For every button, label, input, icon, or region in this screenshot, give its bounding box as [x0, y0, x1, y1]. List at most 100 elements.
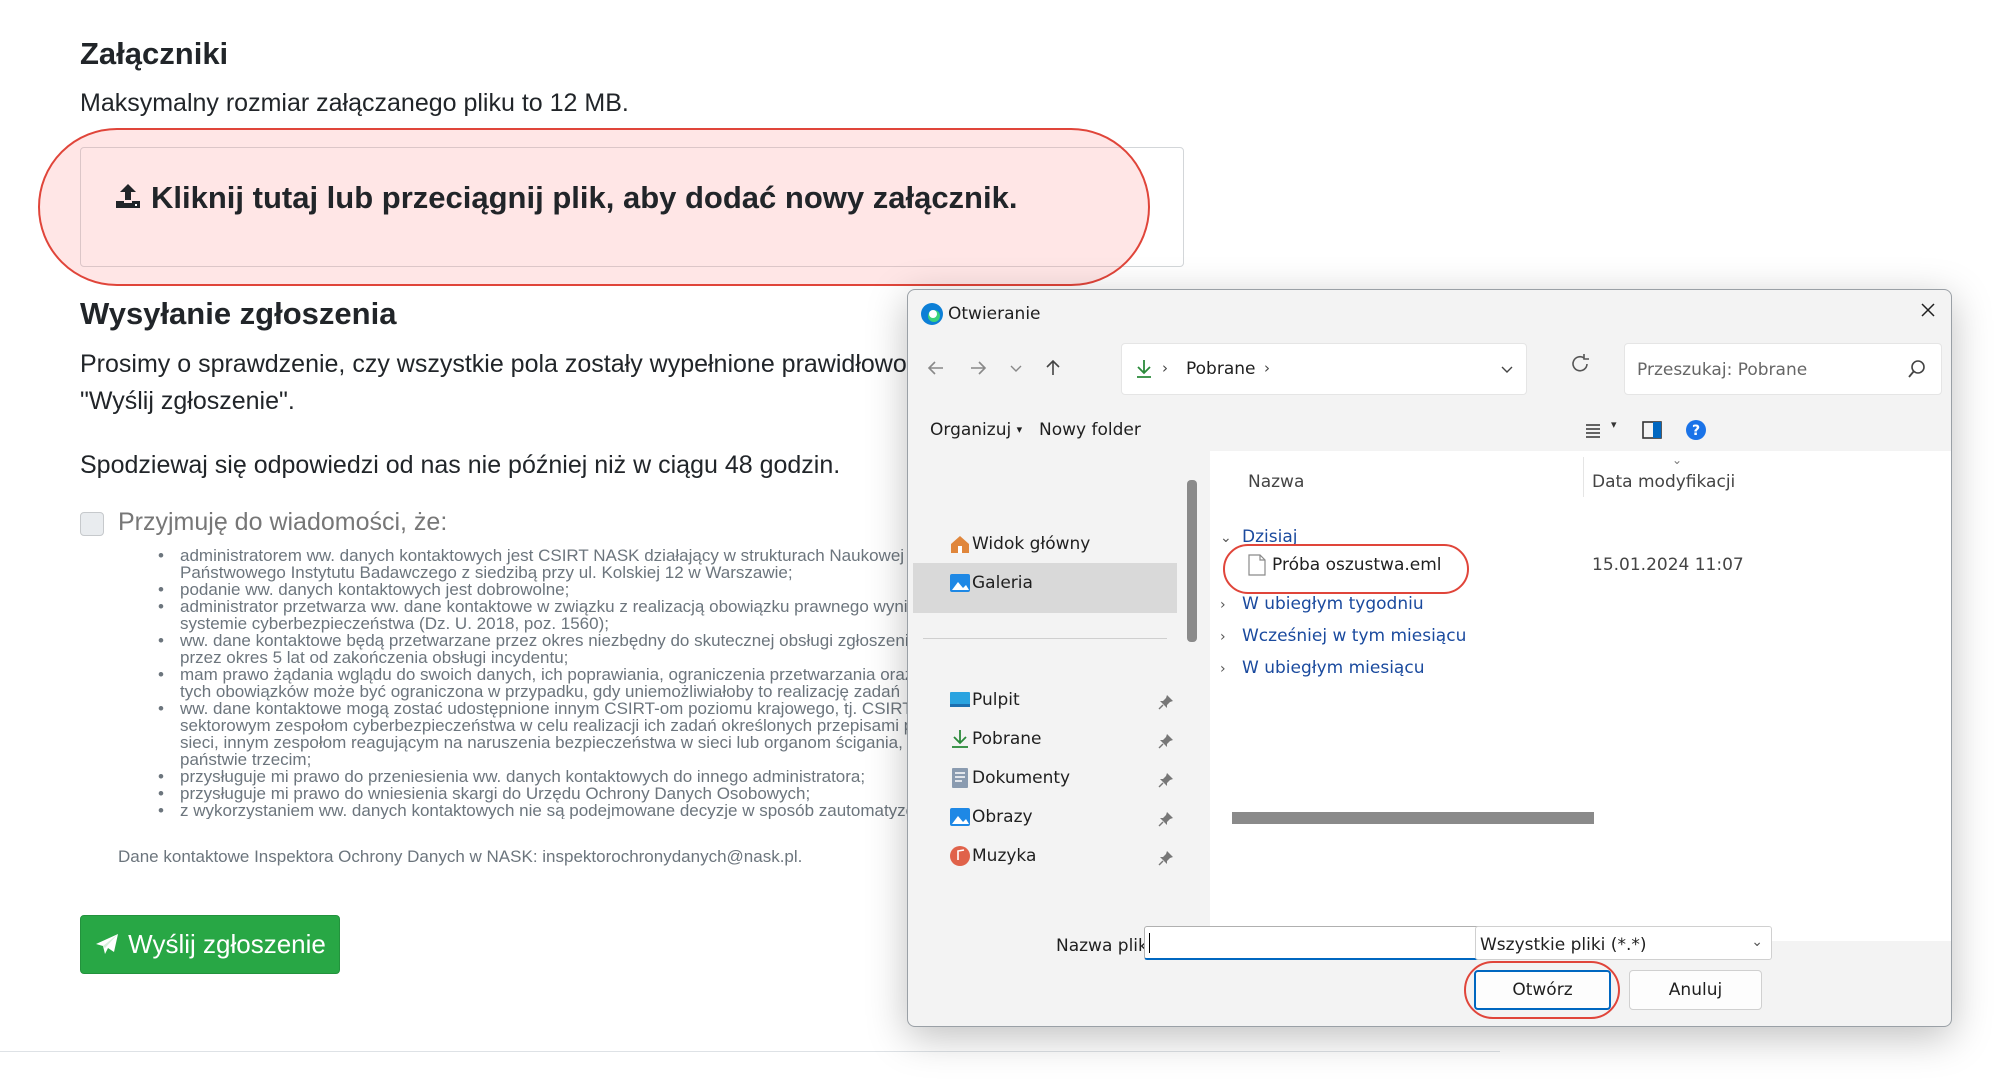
consent-item: przez okres 5 lat od zakończenia obsługi… — [180, 648, 569, 667]
text-caret — [1149, 933, 1150, 953]
iod-contact-note: Dane kontaktowe Inspektora Ochrony Danyc… — [118, 847, 803, 866]
documents-icon — [952, 768, 968, 788]
view-options-icon[interactable] — [1580, 416, 1608, 444]
dialog-close-button[interactable] — [1905, 290, 1951, 330]
consent-item: administrator przetwarza ww. dane kontak… — [155, 598, 915, 615]
refresh-icon — [1572, 354, 1589, 372]
consent-item: przysługuje mi prawo do wniesienia skarg… — [155, 785, 915, 802]
file-modified-date: 15.01.2024 11:07 — [1592, 555, 1744, 575]
nav-item-home[interactable]: Widok główny — [908, 534, 1178, 564]
group-label: W ubiegłym tygodniu — [1242, 594, 1424, 614]
response-time-text: Spodziewaj się odpowiedzi od nas nie póź… — [80, 451, 841, 479]
dialog-title: Otwieranie — [948, 304, 1041, 324]
address-bar[interactable]: › Pobrane › — [1121, 343, 1527, 395]
group-label: W ubiegłym miesiącu — [1242, 658, 1425, 678]
address-folder[interactable]: Pobrane — [1186, 359, 1255, 379]
organize-label: Organizuj — [930, 420, 1012, 440]
breadcrumb-chevron-icon: › — [1264, 359, 1270, 377]
nav-item-documents[interactable]: Dokumenty — [908, 768, 1178, 798]
open-button[interactable]: Otwórz — [1474, 970, 1611, 1010]
help-icon[interactable]: ? — [1682, 416, 1710, 444]
download-icon — [1137, 360, 1151, 378]
breadcrumb-chevron-icon: › — [1162, 359, 1168, 377]
consent-item: podanie ww. danych kontaktowych jest dob… — [155, 581, 915, 598]
home-icon — [951, 536, 969, 553]
consent-item: systemie cyberbezpieczeństwa (Dz. U. 201… — [180, 614, 609, 633]
consent-item: tych obowiązków może być ograniczona w p… — [180, 682, 901, 701]
nav-label: Pulpit — [972, 690, 1020, 710]
group-label: Wcześniej w tym miesiącu — [1242, 626, 1467, 646]
column-separator — [1583, 457, 1584, 497]
nav-label: Dokumenty — [972, 768, 1071, 788]
nav-pane-scrollbar[interactable] — [1187, 480, 1197, 642]
arrow-right-icon — [971, 361, 987, 375]
pin-icon[interactable] — [1158, 694, 1174, 710]
nav-label: Pobrane — [972, 729, 1042, 749]
nav-item-pictures[interactable]: Obrazy — [908, 807, 1178, 837]
arrow-left-icon — [927, 361, 943, 375]
nav-label: Galeria — [972, 573, 1033, 593]
organize-menu[interactable]: Organizuj ▾ — [930, 420, 1022, 440]
recent-locations-button[interactable] — [1000, 352, 1032, 384]
forward-button[interactable] — [962, 352, 994, 384]
edge-browser-icon — [921, 303, 943, 325]
file-icon — [1248, 554, 1266, 576]
desktop-icon — [950, 692, 970, 707]
pin-icon[interactable] — [1158, 733, 1174, 749]
pin-icon[interactable] — [1158, 811, 1174, 827]
column-header-name[interactable]: Nazwa — [1248, 472, 1304, 492]
up-button[interactable] — [1037, 352, 1069, 384]
consent-label[interactable]: Przyjmuję do wiadomości, że: — [118, 508, 447, 537]
download-icon — [952, 730, 968, 748]
sort-chevron-icon: ⌄ — [1672, 453, 1683, 467]
consent-item: ww. dane kontaktowe będą przetwarzane pr… — [155, 632, 915, 649]
horizontal-scrollbar[interactable] — [1232, 812, 1594, 824]
nav-label: Widok główny — [972, 534, 1091, 554]
new-folder-button[interactable]: Nowy folder — [1039, 420, 1141, 440]
nav-item-music[interactable]: Muzyka — [908, 846, 1178, 868]
preview-pane-icon[interactable] — [1638, 416, 1666, 444]
search-input[interactable]: Przeszukaj: Pobrane — [1624, 343, 1942, 395]
chevron-down-icon: ⌄ — [1751, 934, 1763, 950]
nav-separator — [923, 638, 1167, 639]
chevron-right-icon: › — [1220, 661, 1226, 677]
upload-icon — [116, 184, 140, 208]
nav-item-downloads[interactable]: Pobrane — [908, 729, 1178, 759]
chevron-right-icon: › — [1220, 629, 1226, 645]
nav-item-gallery[interactable]: Galeria — [908, 573, 1178, 603]
file-list-pane: Nazwa ⌄ Data modyfikacji ⌄ Dzisiaj Próba … — [1210, 451, 1951, 941]
column-header-modified[interactable]: Data modyfikacji — [1592, 472, 1735, 492]
music-icon — [950, 846, 970, 866]
group-last-week[interactable]: › W ubiegłym tygodniu — [1220, 594, 1424, 614]
consent-list: administratorem ww. danych kontaktowych … — [155, 547, 915, 819]
file-name: Próba oszustwa.eml — [1272, 555, 1442, 575]
cancel-button[interactable]: Anuluj — [1629, 970, 1762, 1010]
arrow-up-icon — [1046, 359, 1060, 375]
dropzone-label[interactable]: Kliknij tutaj lub przeciągnij plik, aby … — [113, 180, 1017, 216]
consent-item: mam prawo żądania wglądu do swoich danyc… — [155, 666, 915, 683]
nav-item-desktop[interactable]: Pulpit — [908, 690, 1178, 720]
chevron-down-icon[interactable] — [1500, 362, 1514, 376]
back-button[interactable] — [920, 352, 952, 384]
consent-item: ww. dane kontaktowe mogą zostać udostępn… — [155, 700, 915, 717]
consent-item: państwie trzecim; — [180, 750, 312, 769]
consent-item: przysługuje mi prawo do przeniesienia ww… — [155, 768, 915, 785]
instructions-line2: "Wyślij zgłoszenie". — [80, 387, 295, 415]
consent-checkbox[interactable] — [80, 512, 104, 536]
search-icon — [1908, 360, 1925, 378]
pin-icon[interactable] — [1158, 772, 1174, 788]
send-report-button[interactable]: Wyślij zgłoszenie — [80, 915, 340, 974]
consent-item: sieci, innym zespołom reagującym na naru… — [180, 733, 915, 752]
view-dropdown-icon[interactable]: ▾ — [1611, 418, 1617, 431]
file-type-select[interactable]: Wszystkie pliki (*.*) ⌄ — [1475, 926, 1772, 960]
send-button-label: Wyślij zgłoszenie — [128, 929, 326, 959]
submission-heading: Wysyłanie zgłoszenia — [80, 296, 397, 331]
group-last-month[interactable]: › W ubiegłym miesiącu — [1220, 658, 1424, 678]
file-row[interactable]: Próba oszustwa.eml 15.01.2024 11:07 — [1210, 544, 1951, 594]
pin-icon[interactable] — [1158, 850, 1174, 866]
group-earlier-this-month[interactable]: › Wcześniej w tym miesiącu — [1220, 626, 1466, 646]
refresh-button[interactable] — [1568, 352, 1600, 384]
gallery-icon — [950, 574, 970, 592]
open-file-dialog: Otwieranie › Pobrane › Przeszukaj: Pobra… — [907, 289, 1952, 1027]
chevron-down-icon — [1010, 365, 1022, 372]
